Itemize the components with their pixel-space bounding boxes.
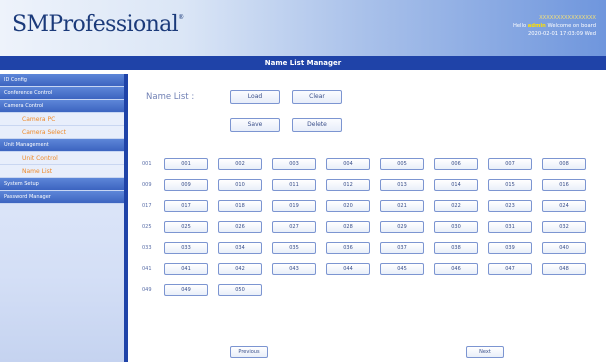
load-button[interactable]: Load: [230, 90, 280, 104]
sidebar-section-system-setup[interactable]: System Setup: [0, 178, 126, 191]
previous-button[interactable]: Previous: [230, 346, 268, 358]
name-slot-button[interactable]: 047: [488, 263, 532, 275]
name-slot-button[interactable]: 034: [218, 242, 262, 254]
sidebar-section-unit-management[interactable]: Unit Management: [0, 139, 126, 152]
name-slot-button[interactable]: 044: [326, 263, 370, 275]
row-label: 033: [142, 245, 152, 251]
name-grid-row: 009 009 010 011 012 013 014 015 016: [142, 179, 592, 193]
name-slot-button[interactable]: 035: [272, 242, 316, 254]
name-slot-button[interactable]: 009: [164, 179, 208, 191]
clear-button[interactable]: Clear: [292, 90, 342, 104]
name-slot-button[interactable]: 019: [272, 200, 316, 212]
name-slot-button[interactable]: 008: [542, 158, 586, 170]
main-panel: Name List : Load Clear Save Delete 001 00…: [136, 74, 598, 362]
name-slot-button[interactable]: 045: [380, 263, 424, 275]
name-slot-button[interactable]: 001: [164, 158, 208, 170]
name-slot-button[interactable]: 018: [218, 200, 262, 212]
name-slot-button[interactable]: 023: [488, 200, 532, 212]
name-slot-button[interactable]: 039: [488, 242, 532, 254]
name-slot-button[interactable]: 041: [164, 263, 208, 275]
name-slot-button[interactable]: 022: [434, 200, 478, 212]
name-grid-row: 041 041 042 043 044 045 046 047 048: [142, 263, 592, 277]
name-slot-button[interactable]: 036: [326, 242, 370, 254]
row-label: 041: [142, 266, 152, 272]
name-grid-row: 049 049 050: [142, 284, 592, 298]
name-slot-button[interactable]: 042: [218, 263, 262, 275]
name-slot-button[interactable]: 032: [542, 221, 586, 233]
name-grid-row: 017 017 018 019 020 021 022 023 024: [142, 200, 592, 214]
name-slot-button[interactable]: 015: [488, 179, 532, 191]
sidebar-item-name-list[interactable]: Name List: [0, 165, 126, 178]
row-label: 009: [142, 182, 152, 188]
name-slot-button[interactable]: 040: [542, 242, 586, 254]
name-slot-button[interactable]: 021: [380, 200, 424, 212]
name-slot-button[interactable]: 033: [164, 242, 208, 254]
row-label: 001: [142, 161, 152, 167]
row-label: 049: [142, 287, 152, 293]
name-slot-button[interactable]: 014: [434, 179, 478, 191]
name-slot-button[interactable]: 048: [542, 263, 586, 275]
sidebar-divider: [124, 74, 128, 362]
sidebar-section-camera-control[interactable]: Camera Control: [0, 100, 126, 113]
name-slot-button[interactable]: 028: [326, 221, 370, 233]
save-button[interactable]: Save: [230, 118, 280, 132]
name-slot-button[interactable]: 046: [434, 263, 478, 275]
name-slot-button[interactable]: 010: [218, 179, 262, 191]
name-slot-button[interactable]: 037: [380, 242, 424, 254]
sidebar-item-unit-control[interactable]: Unit Control: [0, 152, 126, 165]
row-label: 017: [142, 203, 152, 209]
next-button[interactable]: Next: [466, 346, 504, 358]
name-slot-button[interactable]: 024: [542, 200, 586, 212]
name-slot-button[interactable]: 031: [488, 221, 532, 233]
name-slot-button[interactable]: 004: [326, 158, 370, 170]
name-grid-row: 025 025 026 027 028 029 030 031 032: [142, 221, 592, 235]
header-greeting: Hello admin Welcome on board: [512, 23, 596, 29]
name-slot-button[interactable]: 013: [380, 179, 424, 191]
header-info: XXXXXXXXXXXXXXXX Hello admin Welcome on …: [513, 14, 596, 38]
name-slot-button[interactable]: 029: [380, 221, 424, 233]
name-slot-button[interactable]: 025: [164, 221, 208, 233]
name-slot-button[interactable]: 011: [272, 179, 316, 191]
name-slot-button[interactable]: 027: [272, 221, 316, 233]
header-info-line1: XXXXXXXXXXXXXXXX: [539, 15, 596, 21]
name-slot-button[interactable]: 020: [326, 200, 370, 212]
name-grid-row: 001 001 002 003 004 005 006 007 008: [142, 158, 592, 172]
name-slot-button[interactable]: 012: [326, 179, 370, 191]
name-slot-button[interactable]: 007: [488, 158, 532, 170]
name-slot-button[interactable]: 050: [218, 284, 262, 296]
sidebar-section-password-manager[interactable]: Password Manager: [0, 191, 126, 204]
logo: SMProfessional®: [12, 12, 184, 37]
delete-button[interactable]: Delete: [292, 118, 342, 132]
name-slot-button[interactable]: 026: [218, 221, 262, 233]
name-slot-button[interactable]: 043: [272, 263, 316, 275]
name-slot-button[interactable]: 030: [434, 221, 478, 233]
sidebar-item-camera-pc[interactable]: Camera PC: [0, 113, 126, 126]
header: SMProfessional® XXXXXXXXXXXXXXXX Hello a…: [0, 0, 606, 56]
row-label: 025: [142, 224, 152, 230]
header-datetime: 2020-02-01 17:03:09 Wed: [527, 31, 596, 37]
name-slot-button[interactable]: 002: [218, 158, 262, 170]
sidebar: ID Config Conference Control Camera Contro…: [0, 74, 128, 362]
header-username: admin: [527, 23, 546, 29]
name-grid-row: 033 033 034 035 036 037 038 039 040: [142, 242, 592, 256]
name-slot-button[interactable]: 005: [380, 158, 424, 170]
page-title: Name List Manager: [0, 56, 606, 70]
sidebar-item-camera-select[interactable]: Camera Select: [0, 126, 126, 139]
name-slot-button[interactable]: 006: [434, 158, 478, 170]
sidebar-section-id-config[interactable]: ID Config: [0, 74, 126, 87]
name-slot-button[interactable]: 003: [272, 158, 316, 170]
sidebar-section-conference-control[interactable]: Conference Control: [0, 87, 126, 100]
name-slot-button[interactable]: 017: [164, 200, 208, 212]
name-slot-button[interactable]: 016: [542, 179, 586, 191]
name-slot-button[interactable]: 049: [164, 284, 208, 296]
name-list-label: Name List :: [146, 92, 195, 102]
name-slot-button[interactable]: 038: [434, 242, 478, 254]
